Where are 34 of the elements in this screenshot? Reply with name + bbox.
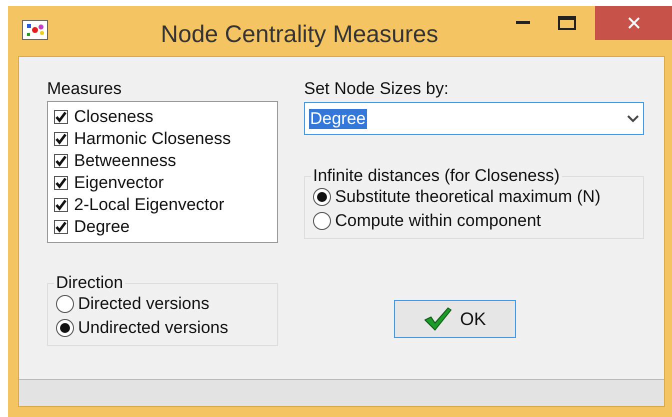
checkmark-icon [424,307,452,331]
minimize-icon [516,21,530,25]
maximize-icon [558,16,576,30]
measure-label: 2-Local Eigenvector [74,194,224,216]
measure-label: Closeness [74,106,154,128]
option-label: Substitute theoretical maximum (N) [335,186,600,208]
measure-label: Betweenness [74,150,176,172]
group-label: Direction [55,274,124,292]
node-sizes-dropdown[interactable]: Degree [304,102,644,135]
radio-button[interactable] [313,212,331,230]
chevron-down-icon [627,114,639,122]
radio-button[interactable] [56,319,74,337]
option-label: Undirected versions [78,317,228,339]
window-title: Node Centrality Measures [160,20,440,50]
checkbox[interactable] [54,198,68,212]
radio-button[interactable] [313,188,331,206]
node-sizes-label: Set Node Sizes by: [304,79,450,99]
measure-label: Degree [74,216,130,238]
checkbox[interactable] [54,154,68,168]
radio-button[interactable] [56,295,74,313]
group-label: Infinite distances (for Closeness) [312,167,561,185]
option-label: Compute within component [335,210,542,232]
measure-label: Harmonic Closeness [74,128,231,150]
app-icon [22,20,48,40]
ok-button[interactable]: OK [394,300,516,338]
dropdown-value: Degree [309,108,367,128]
option-label: Directed versions [78,293,210,315]
measure-label: Eigenvector [74,172,164,194]
checkbox[interactable] [54,110,68,124]
close-icon [626,16,640,30]
checkbox[interactable] [54,220,68,234]
measures-label: Measures [47,79,123,99]
checkbox[interactable] [54,176,68,190]
checkbox[interactable] [54,132,68,146]
